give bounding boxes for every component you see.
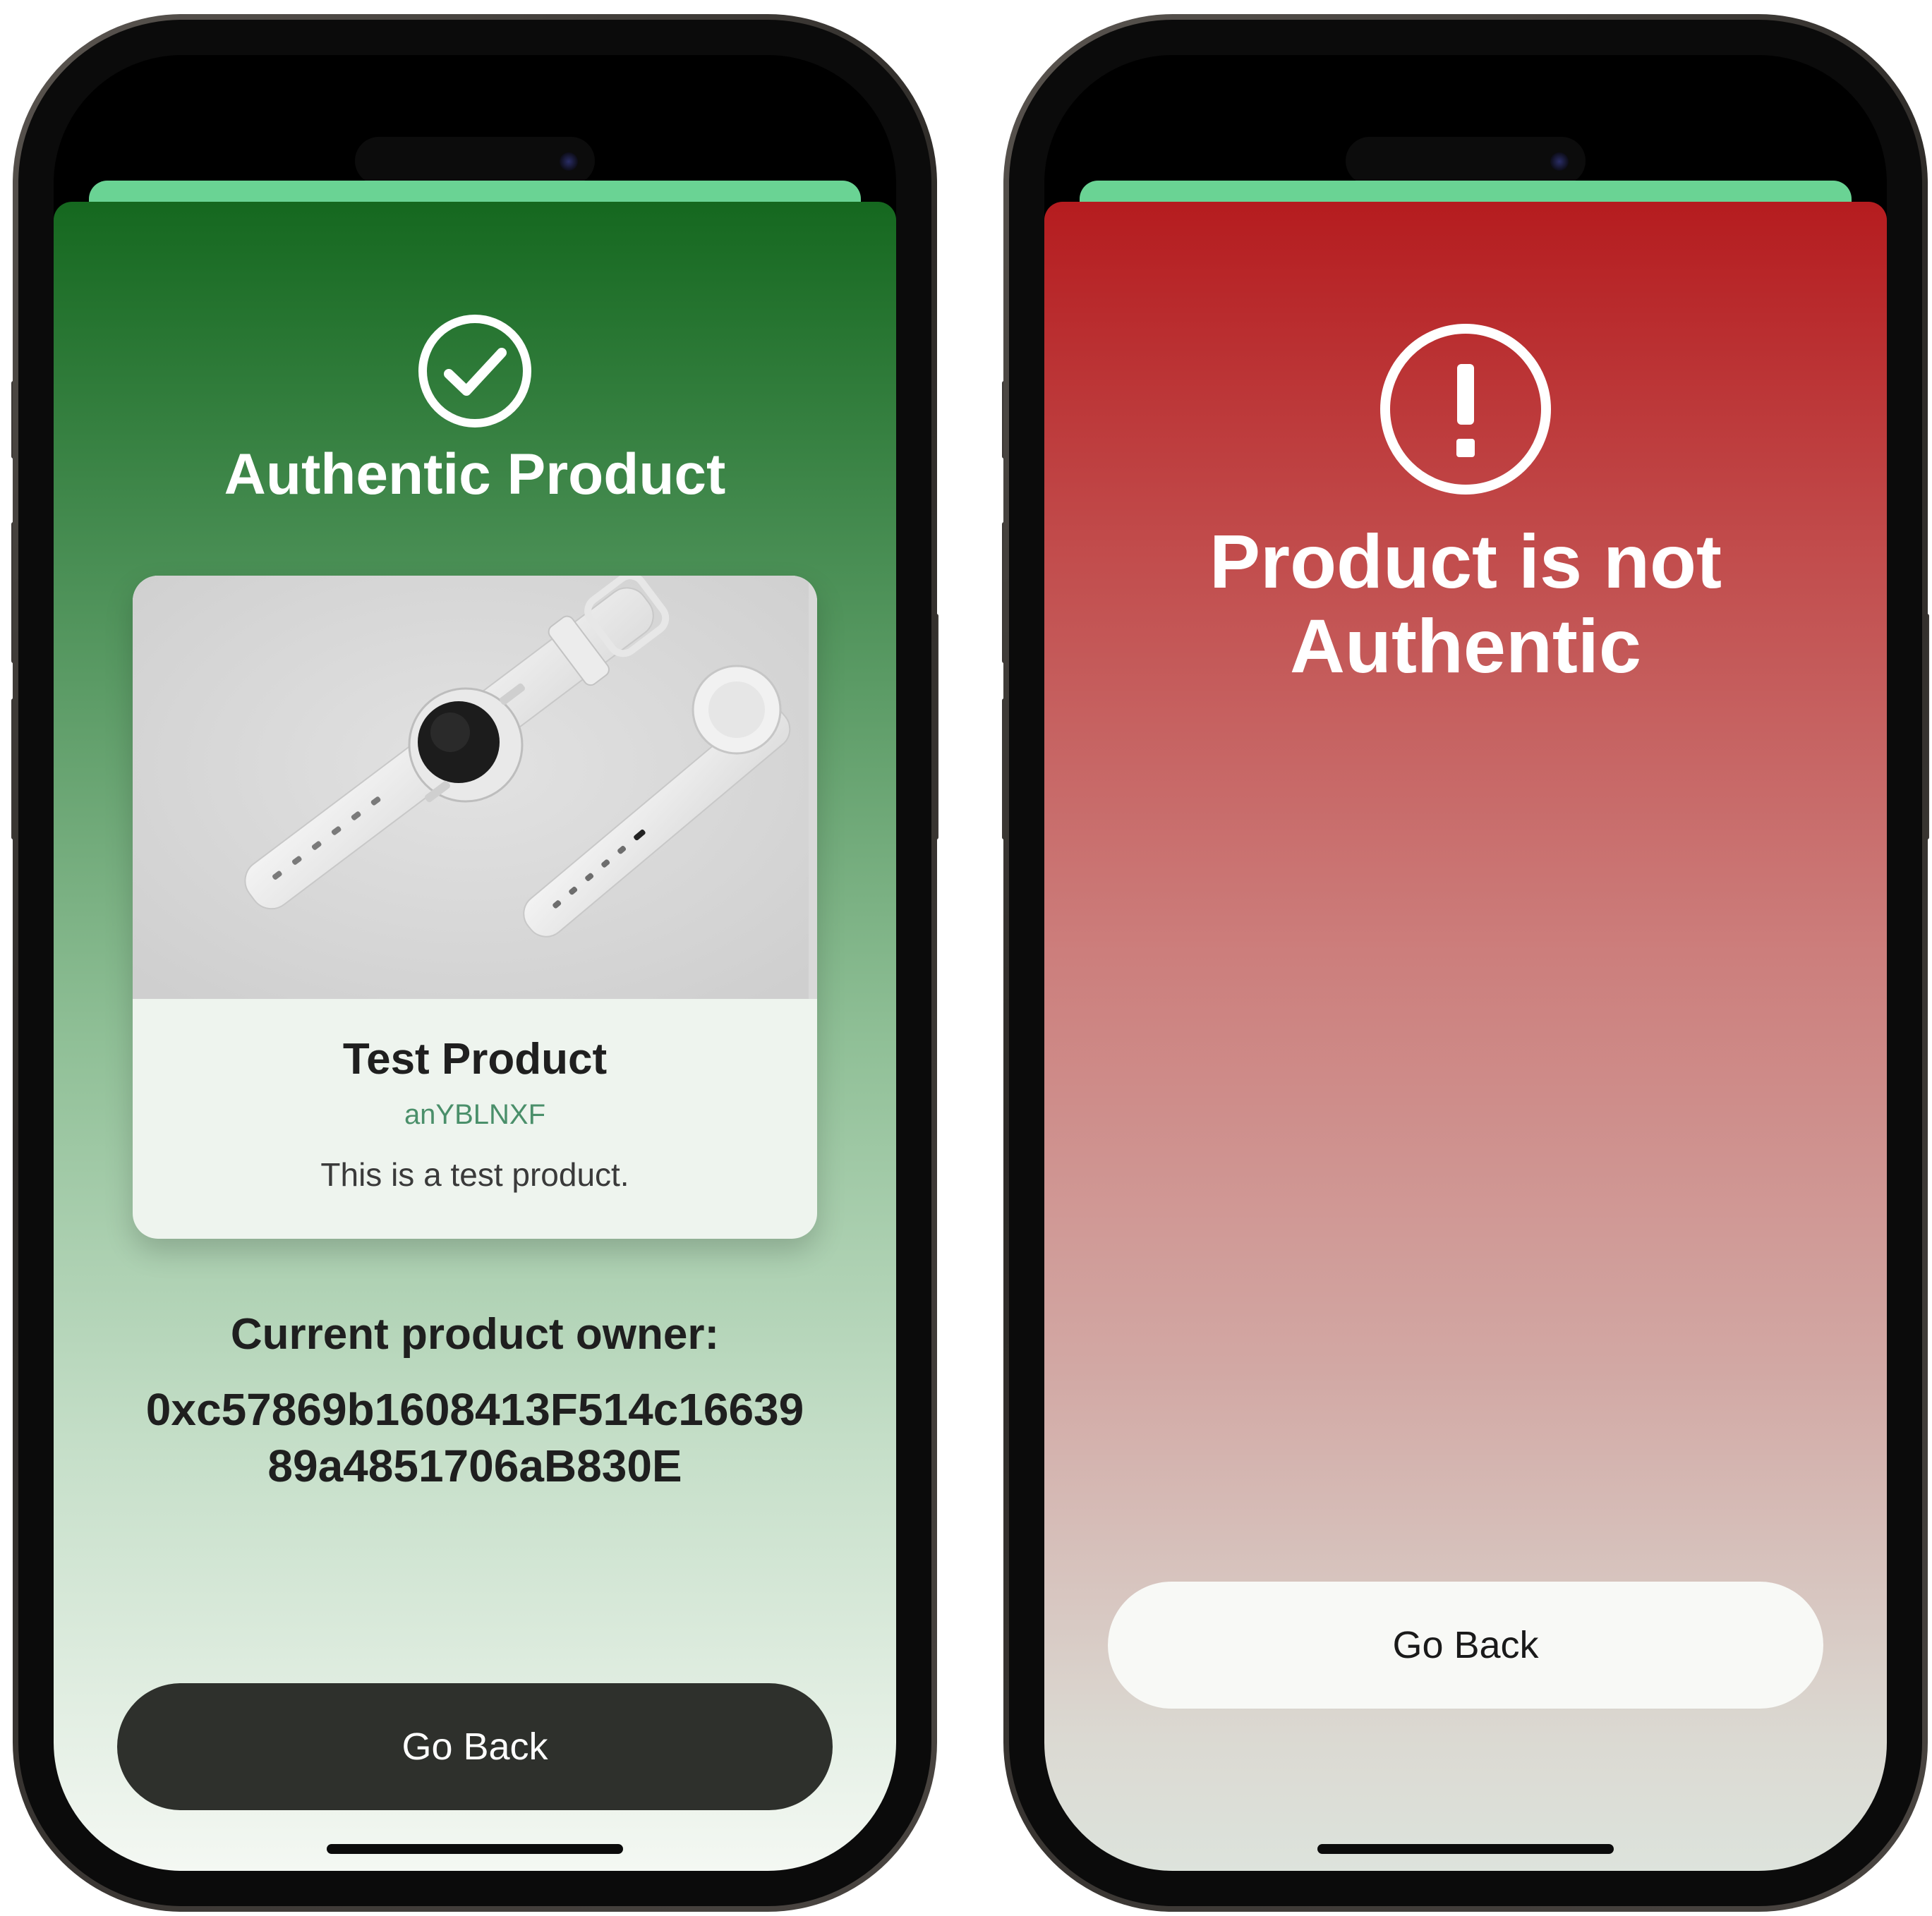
- product-id: anYBLNXF: [404, 1099, 546, 1130]
- camera-lens: [560, 152, 578, 171]
- page-title: Product is not Authentic: [1044, 519, 1887, 689]
- phone-authentic: Authentic Product Test Product anYBLNXF …: [11, 14, 938, 1912]
- phone-screen: Authentic Product Test Product anYBLNXF …: [54, 55, 896, 1871]
- owner-address-line1: 0xc57869b1608413F514c16639: [145, 1384, 804, 1435]
- product-card: Test Product anYBLNXF This is a test pro…: [133, 576, 817, 1239]
- not-authentic-result-sheet: Product is not Authentic Go Back: [1044, 202, 1887, 1871]
- go-back-button[interactable]: Go Back: [1108, 1582, 1823, 1709]
- phone-not-authentic: Product is not Authentic Go Back: [1002, 14, 1929, 1912]
- product-description: This is a test product.: [320, 1156, 629, 1193]
- owner-address: 0xc57869b1608413F514c16639 89a4851706aB8…: [82, 1381, 868, 1494]
- go-back-button[interactable]: Go Back: [117, 1683, 833, 1810]
- owner-label: Current product owner:: [230, 1310, 720, 1359]
- checkmark-circle-icon: [417, 313, 533, 429]
- home-indicator[interactable]: [327, 1844, 623, 1854]
- phone-screen: Product is not Authentic Go Back: [1044, 55, 1887, 1871]
- dynamic-island: [355, 137, 595, 185]
- exclamation-circle-icon: [1377, 320, 1554, 498]
- camera-lens: [1550, 152, 1569, 171]
- page-title-line2: Authentic: [1290, 603, 1641, 689]
- authentic-result-sheet: Authentic Product Test Product anYBLNXF …: [54, 202, 896, 1871]
- owner-address-line2: 89a4851706aB830E: [267, 1441, 682, 1491]
- product-image: [133, 576, 817, 999]
- product-name: Test Product: [342, 1035, 608, 1084]
- page-title-line1: Product is not: [1209, 519, 1722, 604]
- home-indicator[interactable]: [1317, 1844, 1614, 1854]
- page-title: Authentic Product: [224, 442, 726, 507]
- dynamic-island: [1346, 137, 1586, 185]
